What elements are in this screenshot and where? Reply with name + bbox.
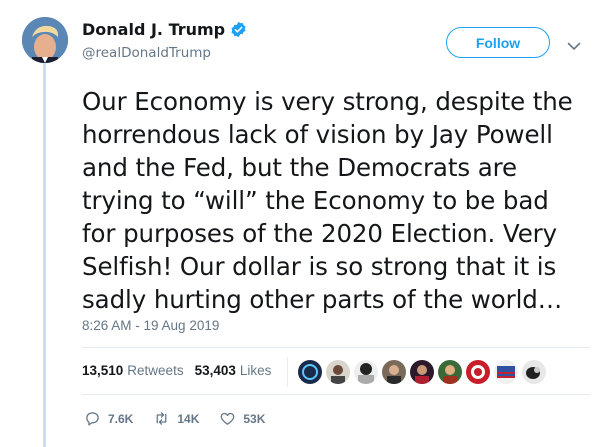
likes-stat[interactable]: 53,403 Likes [195, 363, 272, 378]
stats-separator [287, 357, 288, 387]
thread-line [43, 62, 46, 447]
tweet-line: trying to “will” the Economy to be bad [82, 186, 549, 215]
follow-button[interactable]: Follow [446, 27, 550, 58]
retweets-count: 13,510 [82, 363, 124, 378]
tweet-line: and the Fed, but the Democrats are [82, 153, 518, 182]
liker-avatar[interactable] [494, 360, 518, 384]
avatar[interactable] [22, 17, 68, 63]
like-button[interactable]: 53K [219, 410, 265, 427]
retweet-button[interactable]: 14K [153, 410, 199, 427]
liker-avatar[interactable] [522, 360, 546, 384]
divider [82, 347, 590, 348]
tweet-line: for purposes of the 2020 Election. Very [82, 219, 558, 248]
likes-count: 53,403 [194, 363, 236, 378]
tweet-text: Our Economy is very strong, despite the … [82, 85, 587, 316]
likes-label: Likes [239, 363, 272, 378]
retweet-icon [156, 412, 167, 425]
retweets-label: Retweets [127, 363, 184, 378]
liker-avatar[interactable] [382, 360, 406, 384]
tweet-stats: 13,510 Retweets 53,403 Likes [82, 363, 282, 378]
user-handle[interactable]: @realDonaldTrump [82, 45, 211, 61]
liker-avatars [298, 360, 550, 384]
verified-badge-icon [230, 21, 247, 38]
chevron-down-icon[interactable] [567, 36, 581, 51]
liker-avatar[interactable] [410, 360, 434, 384]
tweet-line: sadly hurting other parts of the world… [82, 285, 563, 314]
retweet-count: 14K [177, 411, 200, 426]
heart-icon [221, 412, 235, 425]
liker-avatar[interactable] [466, 360, 490, 384]
liker-avatar[interactable] [354, 360, 378, 384]
liker-avatar[interactable] [326, 360, 350, 384]
tweet-timestamp[interactable]: 8:26 AM - 19 Aug 2019 [82, 318, 219, 333]
reply-count: 7.6K [108, 411, 134, 426]
like-count: 53K [243, 411, 266, 426]
tweet-line: Our Economy is very strong, despite the [82, 87, 573, 116]
retweets-stat[interactable]: 13,510 Retweets [82, 363, 184, 378]
liker-avatar[interactable] [298, 360, 322, 384]
reply-button[interactable]: 7.6K [84, 410, 133, 427]
tweet-line: Selfish! Our dollar is so strong that it… [82, 252, 557, 281]
tweet-actions: 7.6K 14K 53K [84, 410, 285, 427]
display-name[interactable]: Donald J. Trump [82, 20, 225, 39]
tweet-line: horrendous lack of vision by Jay Powell [82, 120, 553, 149]
divider [82, 394, 590, 395]
reply-icon [86, 412, 99, 426]
liker-avatar[interactable] [438, 360, 462, 384]
